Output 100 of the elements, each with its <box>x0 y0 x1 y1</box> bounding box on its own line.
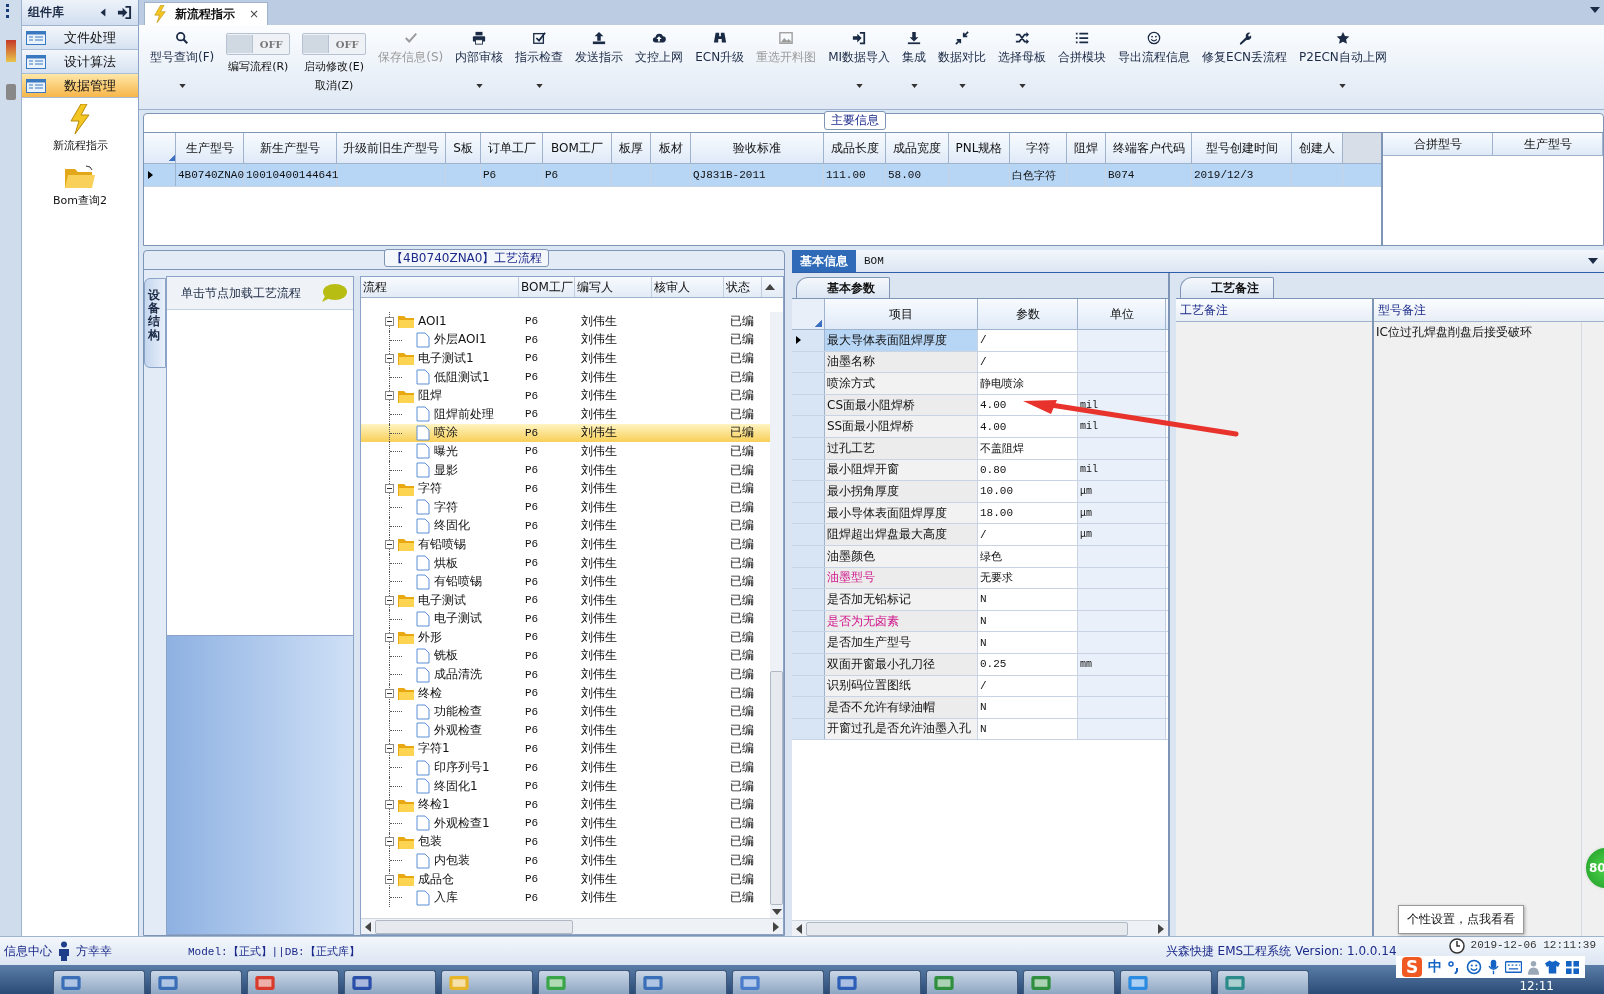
collapse-icon[interactable] <box>385 632 394 642</box>
scroll-down-icon[interactable] <box>771 909 782 915</box>
toolbar-button[interactable]: 文控上网 <box>630 27 689 109</box>
tree-row[interactable]: 烘板 P6 刘伟生 已编 <box>361 553 770 573</box>
scrollbar[interactable] <box>792 920 1168 936</box>
caret-icon[interactable] <box>535 84 543 88</box>
taskbar-button[interactable] <box>441 970 533 994</box>
app-icon[interactable] <box>5 84 16 100</box>
punctuation-icon[interactable] <box>1448 960 1460 974</box>
scroll-left-icon[interactable] <box>365 921 371 932</box>
caret-icon[interactable] <box>178 84 186 88</box>
tree-row[interactable]: 内包装 P6 刘伟生 已编 <box>361 851 770 870</box>
smiley-icon[interactable] <box>1466 959 1482 975</box>
scroll-thumb[interactable] <box>806 921 1128 936</box>
tree-row[interactable]: 显影 P6 刘伟生 已编 <box>361 460 770 480</box>
taskbar-button[interactable] <box>53 970 145 994</box>
document-tab[interactable]: 新流程指示 × <box>144 2 269 25</box>
column-header[interactable]: 流程 <box>361 277 519 297</box>
column-header[interactable]: BOM工厂 <box>543 133 612 163</box>
collapse-icon[interactable] <box>385 316 394 326</box>
caret-icon[interactable] <box>1018 84 1026 88</box>
tree-row[interactable]: 功能检查 P6 刘伟生 已编 <box>361 702 770 722</box>
collapse-icon[interactable] <box>385 391 394 401</box>
taskbar-button[interactable] <box>344 970 436 994</box>
sign-in-icon[interactable] <box>117 5 132 20</box>
scrollbar[interactable] <box>361 918 783 934</box>
column-header[interactable]: BOM工厂 <box>519 277 575 297</box>
toolbar-button[interactable]: 选择母板 <box>993 27 1052 109</box>
sidebar-item[interactable]: 设计算法 <box>22 50 138 74</box>
cancel-button[interactable]: 取消(Z) <box>315 76 354 93</box>
toolbar-button[interactable]: MI数据导入 <box>823 27 896 109</box>
tree-row[interactable]: 终检1 P6 刘伟生 已编 <box>361 795 770 815</box>
shortcut[interactable]: 新流程指示 <box>52 104 108 153</box>
toolbar-button[interactable]: 数据对比 <box>933 27 992 109</box>
scroll-right-icon[interactable] <box>1158 923 1164 934</box>
collapse-icon[interactable] <box>385 837 394 847</box>
shirt-icon[interactable] <box>1545 960 1560 974</box>
tree-row[interactable]: 阻焊 P6 刘伟生 已编 <box>361 386 770 405</box>
microphone-icon[interactable] <box>1488 959 1499 975</box>
tree-row[interactable]: 成品清洗 P6 刘伟生 已编 <box>361 665 770 684</box>
row-header[interactable] <box>792 330 825 351</box>
tab[interactable]: BOM <box>856 250 892 272</box>
column-header[interactable]: 项目 <box>825 299 978 329</box>
column-header[interactable]: S板 <box>446 133 481 163</box>
tree-row[interactable]: 电子测试1 P6 刘伟生 已编 <box>361 349 770 368</box>
scroll-right-icon[interactable] <box>773 921 779 932</box>
collapse-icon[interactable] <box>385 354 394 363</box>
tree-row[interactable]: 成品仓 P6 刘伟生 已编 <box>361 869 770 889</box>
collapse-icon[interactable] <box>385 744 394 754</box>
column-header[interactable]: 核审人 <box>652 277 724 297</box>
toolbar-button[interactable]: 内部审核 <box>450 27 509 109</box>
scroll-up-icon[interactable] <box>765 284 775 290</box>
tree-row[interactable]: 有铅喷锡 P6 刘伟生 已编 <box>361 535 770 554</box>
taskbar-button[interactable] <box>150 970 242 994</box>
column-header[interactable]: 板材 <box>651 133 691 163</box>
collapse-icon[interactable] <box>99 7 107 18</box>
app-icon[interactable] <box>5 40 16 62</box>
column-header[interactable]: 生产型号 <box>1493 133 1603 155</box>
collapse-icon[interactable] <box>385 874 394 884</box>
grid-icon[interactable] <box>1566 960 1579 974</box>
tree-row[interactable]: 字符1 P6 刘伟生 已编 <box>361 739 770 759</box>
scroll-left-icon[interactable] <box>796 923 802 934</box>
caret-icon[interactable] <box>958 84 966 88</box>
tab[interactable]: 工艺备注 <box>1180 277 1274 298</box>
column-header[interactable]: 终端客户代码 <box>1106 133 1192 163</box>
tree-row[interactable]: 外观检查 P6 刘伟生 已编 <box>361 721 770 740</box>
tree-row[interactable]: 字符 P6 刘伟生 已编 <box>361 479 770 498</box>
tree-row[interactable]: 曝光 P6 刘伟生 已编 <box>361 442 770 461</box>
column-header[interactable]: 生产型号 <box>176 133 244 163</box>
tab[interactable]: 基本信息 <box>792 250 856 272</box>
tree-row[interactable]: 终固化1 P6 刘伟生 已编 <box>361 776 770 796</box>
collapse-icon[interactable] <box>385 539 394 549</box>
taskbar-button[interactable] <box>1023 970 1115 994</box>
column-header[interactable]: PNL规格 <box>949 133 1010 163</box>
collapse-icon[interactable] <box>385 800 394 810</box>
caret-icon[interactable] <box>475 84 483 88</box>
keyboard-icon[interactable] <box>1505 961 1522 973</box>
column-header[interactable]: 字符 <box>1010 133 1067 163</box>
toolbar-button[interactable]: 修复ECN丢流程 <box>1197 27 1293 109</box>
toggle-switch[interactable]: OFF <box>226 33 291 55</box>
collapse-icon[interactable] <box>385 595 394 605</box>
column-header[interactable]: 成品长度 <box>824 133 886 163</box>
tree-row[interactable]: 外形 P6 刘伟生 已编 <box>361 628 770 647</box>
toolbar-button[interactable]: ECN升级 <box>690 27 750 109</box>
taskbar-button[interactable] <box>1217 970 1309 994</box>
taskbar-button[interactable] <box>635 970 727 994</box>
column-header[interactable]: 合拼型号 <box>1383 133 1493 155</box>
column-header[interactable]: 升级前旧生产型号 <box>337 133 446 163</box>
caret-icon[interactable] <box>910 84 918 88</box>
tab[interactable]: 基本参数 <box>796 277 890 298</box>
tree-row[interactable]: 阻焊前处理 P6 刘伟生 已编 <box>361 404 770 424</box>
caret-icon[interactable] <box>1339 84 1347 88</box>
column-header[interactable]: 编写人 <box>575 277 652 297</box>
column-header[interactable]: 板厚 <box>612 133 651 163</box>
taskbar-button[interactable] <box>538 970 630 994</box>
column-header[interactable]: 验收标准 <box>691 133 824 163</box>
table-row[interactable]: 4B0740ZNA0 10010400144641 P6 P6 QJ831B-2011 111.00 58.00 白色字符 B074 2019/12/3 <box>144 164 1381 187</box>
sidebar-item[interactable]: 文件处理 <box>22 26 138 50</box>
tree-row[interactable]: 外层AOI1 P6 刘伟生 已编 <box>361 330 770 350</box>
shortcut[interactable]: Bom查询2 <box>53 165 107 208</box>
